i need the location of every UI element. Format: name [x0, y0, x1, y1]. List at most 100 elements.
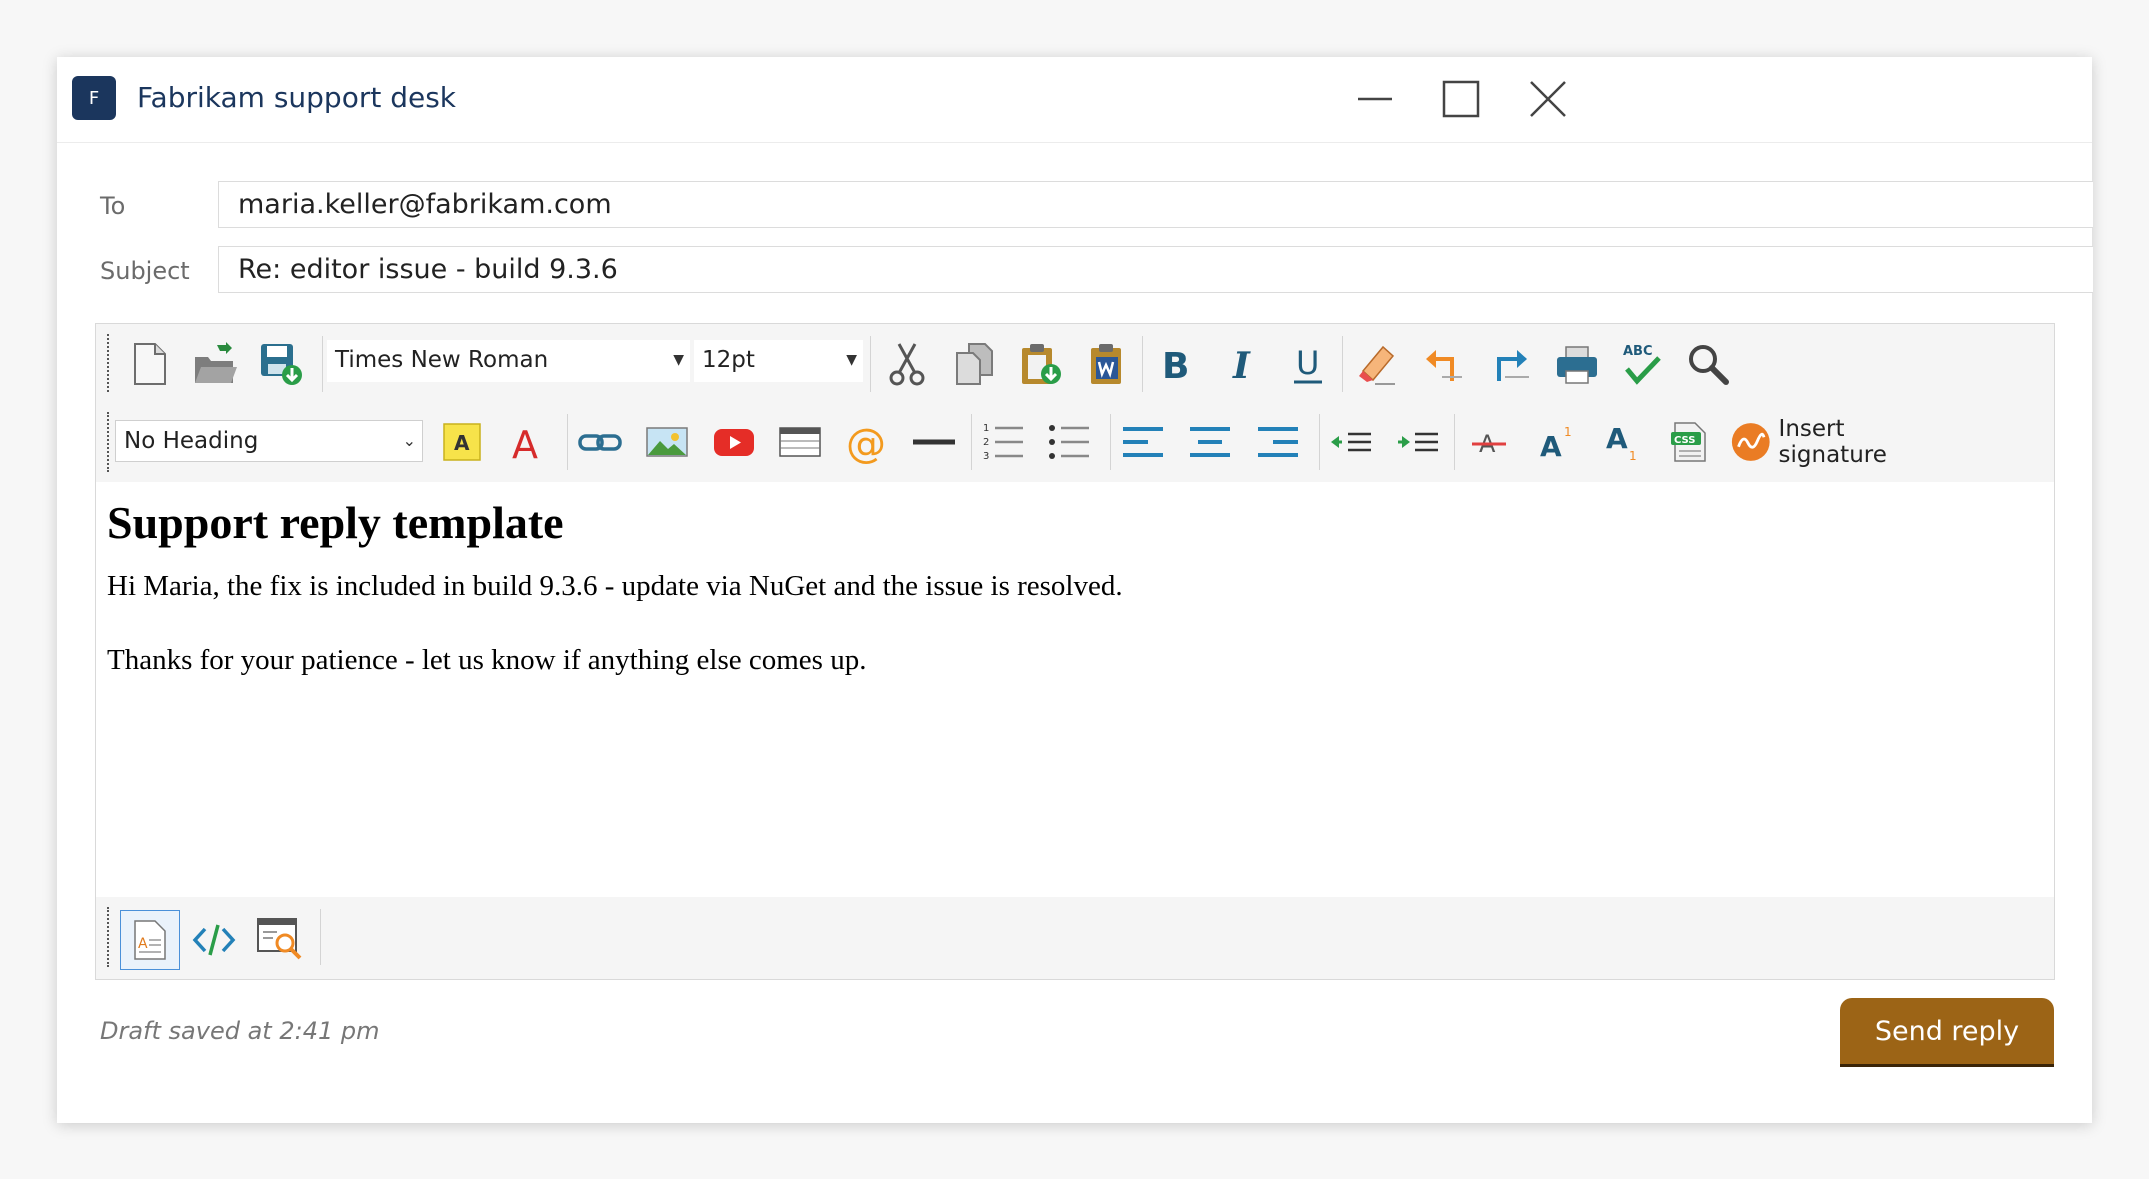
print-button[interactable]: [1551, 338, 1603, 390]
highlight-button[interactable]: A: [436, 416, 488, 468]
outdent-icon: [1331, 432, 1371, 452]
toolbar-separator: [322, 336, 323, 392]
italic-button[interactable]: I: [1215, 338, 1267, 390]
preview-icon: [257, 918, 302, 960]
align-left-button[interactable]: [1117, 416, 1169, 468]
editor-content[interactable]: Support reply template Hi Maria, the fix…: [96, 482, 2054, 877]
subject-label: Subject: [100, 257, 190, 285]
svg-text:I: I: [1232, 345, 1251, 387]
view-mode-bar: A: [96, 897, 2054, 979]
underline-button[interactable]: U: [1282, 338, 1334, 390]
undo-button[interactable]: [1417, 338, 1469, 390]
align-left-icon: [1123, 427, 1163, 457]
align-right-icon: [1258, 427, 1298, 457]
redo-button[interactable]: [1484, 338, 1536, 390]
subscript-mark: 1: [1629, 449, 1637, 463]
superscript-button[interactable]: A1: [1530, 416, 1582, 468]
maximize-button[interactable]: [1436, 75, 1486, 123]
design-view-tab[interactable]: A: [120, 910, 180, 970]
cut-button[interactable]: [881, 338, 933, 390]
redo-icon: [1497, 350, 1529, 381]
find-button[interactable]: [1682, 338, 1734, 390]
indent-icon: [1398, 432, 1438, 452]
horizontal-rule-button[interactable]: [908, 416, 960, 468]
insert-table-button[interactable]: [774, 416, 826, 468]
font-color-icon: A: [512, 423, 538, 464]
save-button[interactable]: [255, 338, 307, 390]
subject-field[interactable]: [218, 246, 2093, 293]
insert-image-button[interactable]: [641, 416, 693, 468]
minimize-button[interactable]: [1350, 75, 1400, 123]
font-size-select[interactable]: 12pt ▼: [694, 340, 863, 382]
toolbar-separator: [1342, 336, 1343, 392]
outdent-button[interactable]: [1325, 416, 1377, 468]
subscript-button[interactable]: A1: [1597, 416, 1649, 468]
italic-icon: I: [1232, 345, 1251, 387]
link-icon: [578, 434, 622, 451]
content-heading: Support reply template: [107, 497, 564, 548]
send-reply-button[interactable]: Send reply: [1840, 998, 2054, 1064]
print-icon: [1557, 346, 1597, 384]
find-icon: [1689, 345, 1729, 385]
email-link-icon: @: [846, 421, 886, 465]
superscript-mark: 1: [1564, 425, 1572, 439]
close-icon: [1530, 81, 1566, 117]
svg-text:B: B: [1162, 346, 1189, 387]
insert-signature-button[interactable]: Insert signature: [1730, 416, 1950, 468]
new-document-icon: [134, 343, 166, 385]
toolbar-separator: [1454, 414, 1455, 470]
window-title: Fabrikam support desk: [137, 81, 457, 114]
insert-email-button[interactable]: @: [841, 416, 893, 468]
preview-tab[interactable]: [254, 912, 306, 964]
image-icon: [646, 427, 688, 457]
insert-video-button[interactable]: [708, 416, 760, 468]
paste-from-word-button[interactable]: [1081, 338, 1133, 390]
paste-button[interactable]: [1015, 338, 1067, 390]
bold-button[interactable]: B: [1149, 338, 1201, 390]
numbered-list-icon: 1 2 3: [983, 423, 1023, 462]
heading-select[interactable]: No Heading ⌄: [115, 420, 423, 462]
align-right-button[interactable]: [1252, 416, 1304, 468]
insert-link-button[interactable]: [574, 416, 626, 468]
css-button[interactable]: CSS: [1663, 416, 1715, 468]
align-center-icon: [1190, 427, 1230, 457]
subscript-icon: A1: [1606, 422, 1637, 463]
app-logo-letter: F: [88, 87, 100, 109]
bullet-list-button[interactable]: [1044, 416, 1096, 468]
draft-status: Draft saved at 2:41 pm: [100, 1017, 380, 1045]
close-button[interactable]: [1523, 75, 1573, 123]
chevron-down-icon: ⌄: [402, 431, 416, 450]
indent-button[interactable]: [1392, 416, 1444, 468]
numbered-list-button[interactable]: 1 2 3: [978, 416, 1030, 468]
font-family-select[interactable]: Times New Roman ▼: [327, 340, 690, 382]
undo-icon: [1426, 350, 1462, 381]
toolbar-separator: [567, 414, 568, 470]
open-button[interactable]: [189, 338, 241, 390]
spellcheck-button[interactable]: ABC: [1616, 338, 1668, 390]
superscript-letter: A: [1540, 430, 1562, 463]
horizontal-rule-icon: [913, 439, 955, 445]
to-label: To: [100, 192, 126, 220]
numbered-list-mark-3: 3: [983, 451, 989, 462]
highlight-letter: A: [454, 431, 470, 455]
new-document-button[interactable]: [123, 338, 175, 390]
svg-text:ABC: ABC: [1623, 344, 1653, 359]
strikethrough-button[interactable]: A: [1463, 416, 1515, 468]
html-view-tab[interactable]: [188, 914, 240, 966]
toolbar-grip[interactable]: [107, 412, 109, 472]
align-center-button[interactable]: [1184, 416, 1236, 468]
app-window: F Fabrikam support desk To Subject: [57, 57, 2093, 1123]
to-field[interactable]: [218, 181, 2093, 228]
insert-signature-label: Insert signature: [1778, 416, 1887, 468]
font-family-value: Times New Roman: [335, 347, 549, 373]
strikethrough-icon: A: [1472, 430, 1506, 458]
chevron-down-icon: ▼: [673, 352, 684, 368]
svg-text:@: @: [846, 421, 886, 465]
toolbar-grip[interactable]: [107, 334, 109, 392]
heading-value: No Heading: [124, 428, 259, 454]
toolbar-separator: [971, 414, 972, 470]
clear-formatting-button[interactable]: [1351, 338, 1403, 390]
toolbar-grip[interactable]: [107, 907, 109, 967]
font-color-button[interactable]: A: [502, 416, 554, 468]
copy-button[interactable]: [948, 338, 1000, 390]
